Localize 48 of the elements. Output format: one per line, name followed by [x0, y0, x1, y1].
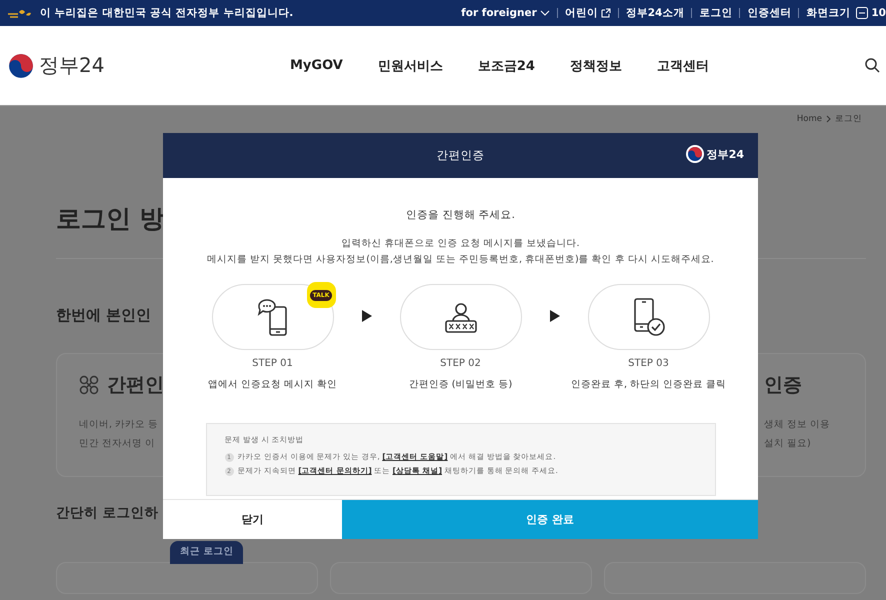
search-icon[interactable] [865, 58, 880, 73]
message-text: 입력하신 휴대폰으로 인증 요청 메시지를 보냈습니다. [340, 237, 581, 251]
phone-check-icon [632, 298, 666, 336]
modal-heading: 인증을 진행해 주세요. [406, 208, 515, 222]
section-title: 간단히 로그인하 [56, 504, 159, 522]
top-link[interactable]: 로그인 [699, 6, 732, 20]
logo-text[interactable]: 정부24 [39, 52, 104, 79]
link-nodes-icon [79, 375, 99, 395]
top-link[interactable]: 화면크기 [806, 6, 850, 20]
nav-link[interactable]: 보조금24 [478, 56, 535, 74]
logo-icon [8, 52, 34, 78]
step-label: STEP 02 [440, 358, 481, 369]
top-link[interactable]: 정부24소개 [626, 6, 684, 20]
play-arrow-icon [550, 310, 560, 322]
top-link[interactable]: for foreigner [461, 7, 550, 19]
card-title: 간편인 [107, 373, 164, 398]
external-link-icon [600, 8, 611, 18]
message-text: 메시지를 받지 못했다면 사용자정보(이름,생년월일 또는 주민등록번호, 휴대폰번호)를 확인 후 다시 시도해주세요. [207, 253, 714, 267]
card-text: 민간 전자서명 이 [79, 437, 156, 451]
card-text: 설치 필요) [764, 437, 811, 451]
chevron-down-icon [540, 9, 550, 17]
page-title: 로그인 방 [56, 203, 165, 235]
play-arrow-icon [362, 310, 372, 322]
logo-icon [686, 145, 704, 163]
logo-text: 정부24 [706, 146, 744, 162]
nav-link[interactable]: 민원서비스 [378, 56, 443, 74]
step-label: STEP 03 [628, 358, 669, 369]
zoom-value: 10 [871, 7, 886, 19]
card-text: 생체 정보 이용 [764, 418, 830, 432]
zoom-out-icon [856, 7, 868, 19]
modal-title: 간편인증 [436, 148, 484, 163]
step-description: 앱에서 인증요청 메시지 확인 [208, 378, 338, 391]
top-link[interactable]: 인증센터 [747, 6, 792, 20]
notice-text: 이 누리집은 대한민국 공식 전자정부 누리집입니다. [40, 6, 294, 20]
card-text: 네이버, 카카오 등 [79, 418, 158, 432]
step-label: STEP 01 [252, 358, 293, 369]
recent-login-badge: 최근 로그인 [170, 541, 244, 564]
password-icon [444, 300, 478, 334]
card-title: 인증 [764, 373, 802, 398]
nav-link[interactable]: MyGOV [290, 58, 343, 73]
chevron-right-icon [826, 115, 831, 123]
step-description: 인증완료 후, 하단의 인증완료 클릭 [570, 378, 726, 391]
nav-link[interactable]: 정책정보 [570, 56, 622, 74]
top-link[interactable]: 어린이 [564, 6, 611, 20]
chat-phone-icon [256, 297, 290, 337]
nav-link[interactable]: 고객센터 [656, 56, 709, 74]
section-title: 한번에 본인인 [56, 306, 152, 325]
step-description: 간편인증 (비밀번호 등) [408, 378, 512, 391]
